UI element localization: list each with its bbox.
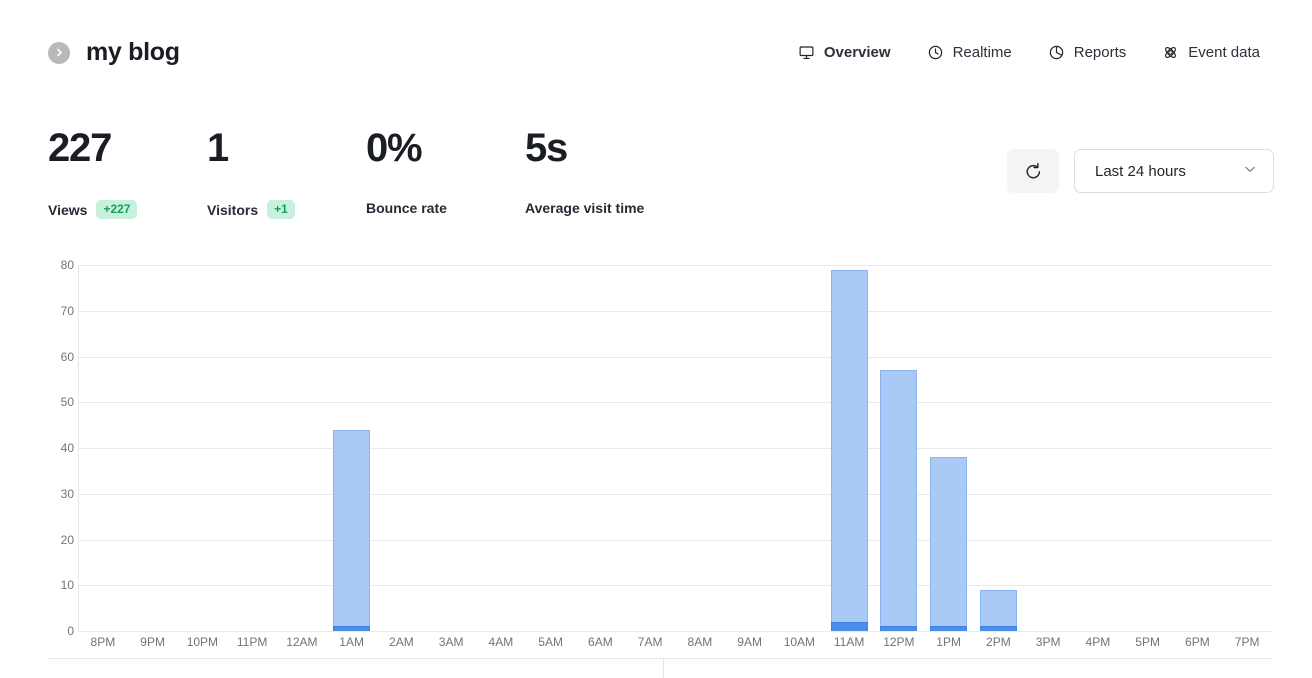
metric-value-average-visit-time: 5s [525,126,568,170]
chart-bar-group[interactable] [383,265,420,631]
chart-bar-group[interactable] [1079,265,1116,631]
metric-label-visitors: Visitors [207,201,259,218]
metric-value-bounce-rate: 0% [366,126,423,170]
chart-y-tick-label: 20 [60,532,74,547]
chart-y-tick-label: 50 [60,395,74,410]
page-header: my blog Overview Realtime Reports Event … [0,0,1312,100]
chart-bar-group[interactable] [830,265,868,631]
chevron-down-icon [1243,162,1257,181]
nav-item-realtime[interactable]: Realtime [927,44,1012,61]
chart-x-axis: 8PM 9PM 10PM 11PM 12AM 1AM 2AM 3AM 4AM 5AM 6AM 7AM 8… [78,636,1272,654]
nav-item-reports[interactable]: Reports [1048,44,1127,61]
chart-y-tick-label: 30 [60,486,74,501]
date-range-value: Last 24 hours [1095,162,1186,180]
chevron-right-circle-icon [48,41,70,64]
metric-average-visit-time: 5s Average visit time [525,128,684,219]
chart-bar-group[interactable] [1179,265,1216,631]
chart-y-axis: 0 10 20 30 40 50 60 70 80 [40,250,74,645]
chart-bar-views [333,429,371,631]
footer-divider-vertical [663,659,664,678]
chart-bar-views [930,457,968,631]
chart-bar-group[interactable] [433,265,470,631]
chart-bar-group[interactable] [979,265,1017,631]
metric-label-average-visit-time: Average visit time [525,200,645,216]
chart-bar-visitors [979,626,1017,631]
metric-value-visitors: 1 [207,126,229,170]
chart-bar-group[interactable] [681,265,718,631]
chart-bar-group[interactable] [1229,265,1266,631]
pie-chart-icon [1048,44,1065,61]
chart-bar-visitors [930,626,968,631]
chart-bar-group[interactable] [880,265,918,631]
chart-bar-group[interactable] [632,265,669,631]
clock-icon [927,44,944,61]
chart-y-tick-label: 40 [60,441,74,455]
chart-bar-group[interactable] [582,265,619,631]
chart-bar-group[interactable] [234,265,271,631]
metric-bounce-rate: 0% Bounce rate [366,128,525,219]
chart-y-tick-label: 10 [60,578,74,593]
nav-label-event-data: Event data [1188,44,1260,61]
chart-bar-visitors [830,621,868,631]
chart-bar-group[interactable] [532,265,569,631]
chart-bar-group[interactable] [781,265,818,631]
main-nav: Overview Realtime Reports Event data [798,44,1260,61]
nav-label-overview: Overview [823,44,891,61]
chart-bar-visitors [880,626,918,631]
chart-gridline [78,631,1272,632]
chart-x-tick-label: 7PM [1234,635,1260,649]
chart-bar-group[interactable] [1129,265,1166,631]
refresh-button[interactable] [1007,149,1059,193]
nav-item-event-data[interactable]: Event data [1162,44,1260,61]
chart-bar-group[interactable] [1030,265,1067,631]
chart-bar-group[interactable] [731,265,768,631]
metric-views: 227 Views +227 [48,128,207,219]
chart-bar-group[interactable] [84,265,121,631]
chart-bar-group[interactable] [184,265,221,631]
chart-y-tick-label: 70 [60,303,74,318]
refresh-ccw-icon [1024,162,1043,181]
website-name: my blog [86,38,180,66]
chart-bar-views [880,370,918,631]
metric-label-views: Views [48,201,88,218]
chart-bar-group[interactable] [333,265,371,631]
monitor-icon [798,44,815,61]
chart-bar-group[interactable] [482,265,519,631]
chart-bar-group[interactable] [283,265,320,631]
chart-bar-views [830,269,868,631]
metric-change-visitors: +1 [267,200,295,219]
brand[interactable]: my blog [48,40,180,65]
metric-label-bounce-rate: Bounce rate [366,200,447,216]
metric-visitors: 1 Visitors +1 [207,128,366,219]
chart-controls: Last 24 hours [1007,149,1274,193]
nav-label-reports: Reports [1073,44,1127,61]
chart-y-tick-label: 60 [60,349,74,364]
nav-label-realtime: Realtime [952,44,1012,61]
chart-bar-group[interactable] [930,265,968,631]
chart-bar-visitors [333,626,371,631]
chart-y-tick-label: 80 [60,258,74,272]
date-range-select[interactable]: Last 24 hours [1074,149,1274,193]
metric-value-views: 227 [48,126,112,170]
footer-divider-horizontal [48,658,1272,659]
chart-bars [78,265,1272,632]
chart-bar-views [979,589,1017,631]
nav-item-overview[interactable]: Overview [798,44,891,61]
atom-icon [1162,44,1179,61]
metrics-row: 227 Views +227 1 Visitors +1 0% Bounce r… [48,128,684,219]
metric-change-views: +227 [96,200,138,219]
chart-bar-group[interactable] [134,265,171,631]
